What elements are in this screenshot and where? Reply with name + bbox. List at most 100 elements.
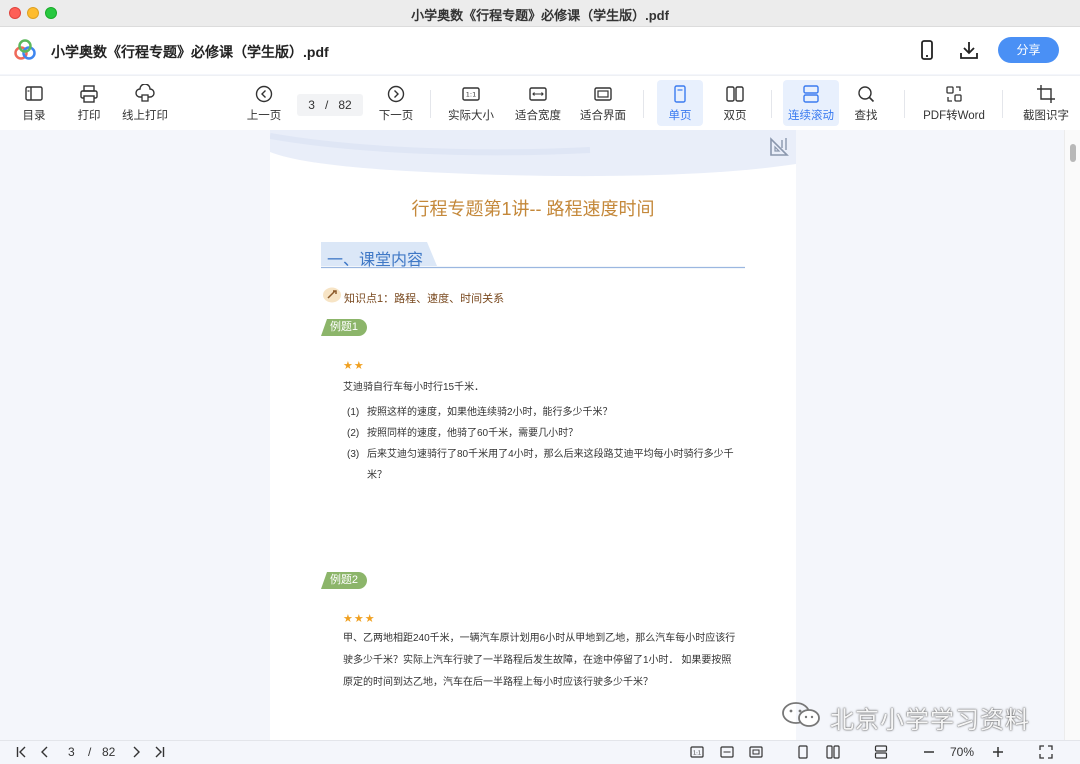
single-page-icon[interactable] — [796, 745, 810, 759]
page-number-input[interactable]: 3 / 82 — [297, 94, 363, 116]
example2-stars: ★★★ — [343, 613, 376, 625]
find-button[interactable]: 查找 — [846, 80, 886, 126]
zoom-level[interactable]: 70% — [950, 745, 974, 759]
item-text: 按照这样的速度，如果他连续骑2小时，能行多少千米？ — [367, 407, 613, 418]
example1-stem: 艾迪骑自行车每小时行15千米． — [343, 382, 485, 393]
item-text: 后来艾迪匀速骑行了80千米用了4小时，那么后来这段路艾迪平均每小时骑行多少千 — [367, 449, 734, 460]
status-page-current: 3 — [68, 745, 75, 759]
example1-item2: (2) 按照同样的速度，他骑了60千米，需要几小时？ — [347, 424, 578, 439]
prev-page-icon[interactable] — [38, 745, 52, 759]
status-page-separator: / — [88, 745, 92, 759]
scrollbar-thumb[interactable] — [1070, 144, 1076, 162]
fit-screen-icon — [594, 87, 612, 101]
online-print-label: 线上打印 — [122, 110, 168, 122]
page-current: 3 — [308, 98, 315, 112]
status-page-total: 82 — [102, 745, 116, 759]
double-page-icon[interactable] — [826, 745, 840, 759]
download-icon[interactable] — [958, 39, 980, 61]
zoom-out-icon[interactable] — [922, 745, 936, 759]
fit-screen-button[interactable]: 适合界面 — [576, 80, 630, 126]
fit-width-button[interactable]: 适合宽度 — [511, 80, 565, 126]
example2-line2: 驶多少千米？实际上汽车行驶了一半路程后发生故障，在途中停留了1小时． 如果要按照 — [343, 655, 732, 666]
example2-tag: 例题2 — [321, 572, 367, 589]
actual-size-icon[interactable]: 1:1 — [690, 745, 704, 759]
continuous-scroll-icon[interactable] — [874, 745, 888, 759]
status-bar: 3 / 82 1:1 70% — [0, 740, 1080, 764]
section-header: 一、课堂内容 — [321, 242, 745, 269]
double-page-button[interactable]: 双页 — [712, 80, 758, 126]
next-page-label: 下一页 — [378, 110, 414, 122]
pdf-to-word-label: PDF转Word — [923, 110, 985, 122]
single-page-button[interactable]: 单页 — [657, 80, 703, 126]
find-label: 查找 — [854, 110, 878, 122]
double-page-label: 双页 — [723, 110, 747, 122]
next-page-button[interactable]: 下一页 — [374, 80, 418, 126]
mobile-icon[interactable] — [916, 39, 938, 61]
item-number: (3) — [347, 449, 360, 460]
fit-width-icon[interactable] — [720, 745, 734, 759]
svg-text:1:1: 1:1 — [466, 91, 476, 99]
knowledge-point-text: 知识点1：路程、速度、时间关系 — [344, 293, 505, 305]
ocr-button[interactable]: 截图识字 — [1018, 80, 1074, 126]
fullscreen-icon[interactable] — [1039, 745, 1053, 759]
prev-page-label: 上一页 — [246, 110, 282, 122]
example1-tag: 例题1 — [321, 319, 367, 336]
chevron-left-circle-icon — [255, 85, 273, 103]
pdf-to-word-button[interactable]: PDF转Word — [918, 80, 990, 126]
cloud-print-icon — [135, 84, 155, 102]
example1-item3-continued: 米？ — [367, 470, 387, 481]
ocr-label: 截图识字 — [1023, 110, 1069, 122]
actual-size-label: 实际大小 — [448, 110, 494, 122]
page-total: 82 — [338, 98, 352, 112]
single-page-icon — [674, 85, 686, 103]
double-page-icon — [726, 86, 744, 102]
app-logo-icon — [14, 39, 36, 60]
first-page-icon[interactable] — [15, 745, 29, 759]
document-title: 小学奥数《行程专题》必修课（学生版）.pdf — [51, 44, 329, 60]
convert-icon — [946, 86, 962, 102]
continuous-scroll-icon — [803, 85, 819, 103]
example1-stars: ★★ — [343, 360, 365, 372]
toc-icon — [25, 86, 43, 101]
pdf-page: 行程专题第1讲-- 路程速度时间 一、课堂内容 知识点1：路程、速度、时间关系 … — [270, 130, 796, 740]
svg-text:1:1: 1:1 — [693, 750, 701, 756]
share-button[interactable]: 分享 — [998, 37, 1059, 63]
page-header-decoration — [270, 130, 796, 177]
toc-label: 目录 — [22, 110, 46, 122]
example1-item1: (1) 按照这样的速度，如果他连续骑2小时，能行多少千米？ — [347, 403, 613, 418]
app-header: 小学奥数《行程专题》必修课（学生版）.pdf 分享 — [0, 27, 1080, 74]
actual-size-button[interactable]: 1:1 实际大小 — [444, 80, 498, 126]
lesson-title: 行程专题第1讲-- 路程速度时间 — [411, 199, 655, 219]
crop-icon — [1037, 85, 1055, 103]
last-page-icon[interactable] — [152, 745, 166, 759]
wechat-icon — [782, 702, 820, 727]
actual-size-icon: 1:1 — [462, 87, 480, 101]
section-title: 一、课堂内容 — [327, 252, 424, 269]
single-page-label: 单页 — [668, 110, 692, 122]
vertical-scrollbar[interactable] — [1064, 130, 1080, 740]
continuous-scroll-button[interactable]: 连续滚动 — [783, 80, 839, 126]
next-page-icon[interactable] — [129, 745, 143, 759]
knowledge-point-icon — [323, 287, 341, 303]
example1-item3: (3) 后来艾迪匀速骑行了80千米用了4小时，那么后来这段路艾迪平均每小时骑行多少… — [347, 445, 734, 460]
page-separator: / — [324, 98, 329, 112]
window-titlebar: 小学奥数《行程专题》必修课（学生版）.pdf — [0, 0, 1080, 27]
online-print-button[interactable]: 线上打印 — [118, 80, 172, 126]
example2-line1: 甲、乙两地相距240千米，一辆汽车原计划用6小时从甲地到乙地，那么汽车每小时应该… — [343, 633, 736, 644]
continuous-scroll-label: 连续滚动 — [788, 110, 834, 122]
zoom-in-icon[interactable] — [991, 745, 1005, 759]
fit-width-icon — [529, 87, 547, 101]
fit-width-label: 适合宽度 — [515, 110, 561, 122]
toc-button[interactable]: 目录 — [12, 80, 56, 126]
print-label: 打印 — [77, 110, 101, 122]
item-number: (1) — [347, 407, 360, 418]
search-icon — [858, 86, 875, 103]
ruler-icon — [770, 137, 789, 156]
example2-line3: 原定的时间到达乙地，汽车在后一半路程上每小时应该行驶多少千米？ — [343, 677, 653, 688]
printer-icon — [80, 85, 98, 103]
item-text: 按照同样的速度，他骑了60千米，需要几小时？ — [367, 428, 579, 439]
print-button[interactable]: 打印 — [67, 80, 111, 126]
prev-page-button[interactable]: 上一页 — [242, 80, 286, 126]
window-title: 小学奥数《行程专题》必修课（学生版）.pdf — [411, 8, 669, 23]
fit-screen-icon[interactable] — [749, 745, 763, 759]
